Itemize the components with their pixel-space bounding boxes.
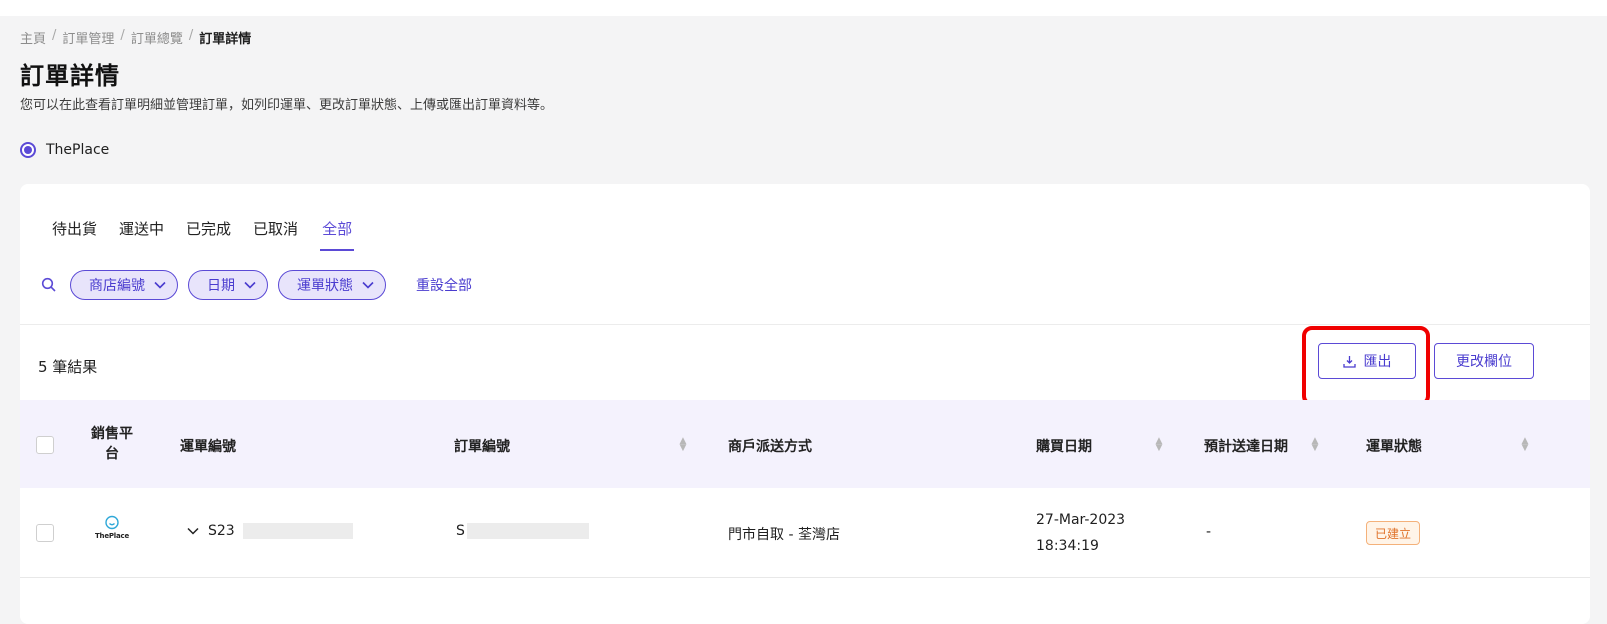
filter-chip-date[interactable]: 日期 — [188, 270, 268, 300]
header-order-number[interactable]: 訂單編號 — [454, 436, 510, 456]
export-button[interactable]: 匯出 — [1318, 343, 1416, 379]
page-background: 主頁 / 訂單管理 / 訂單總覽 / 訂單詳情 訂單詳情 您可以在此查看訂單明細… — [0, 16, 1607, 624]
breadcrumb-separator: / — [188, 28, 194, 43]
platform-logo-text: ThePlace — [94, 532, 130, 540]
page-title: 訂單詳情 — [20, 62, 120, 90]
delivery-method: 門市自取 - 荃灣店 — [728, 527, 840, 543]
tab-cancelled[interactable]: 已取消 — [253, 218, 298, 251]
filter-chip-label: 商店編號 — [89, 278, 145, 294]
breadcrumb-order-management[interactable]: 訂單管理 — [62, 28, 114, 47]
status-badge: 已建立 — [1366, 521, 1421, 545]
store-selector[interactable]: ThePlace — [20, 142, 109, 158]
header-waybill-number[interactable]: 運單編號 — [180, 436, 236, 456]
chat-bubble-icon — [105, 515, 119, 530]
sort-icon[interactable]: ▲ ▼ — [1520, 437, 1530, 453]
chevron-down-icon — [362, 281, 374, 289]
filter-chip-waybill-status[interactable]: 運單狀態 — [278, 270, 386, 300]
page-description: 您可以在此查看訂單明細並管理訂單，如列印運單、更改訂單狀態、上傳或匯出訂單資料等… — [20, 98, 554, 113]
filter-chip-store-number[interactable]: 商店編號 — [70, 270, 178, 300]
redacted-mask — [242, 523, 353, 539]
header-delivery-method[interactable]: 商戶派送方式 — [728, 436, 812, 456]
breadcrumb: 主頁 / 訂單管理 / 訂單總覽 / 訂單詳情 — [20, 28, 251, 47]
breadcrumb-current: 訂單詳情 — [199, 32, 252, 47]
purchase-date: 27-Mar-2023 — [1036, 512, 1126, 528]
search-icon[interactable] — [38, 274, 60, 296]
header-estimated-delivery[interactable]: 預計送達日期 — [1204, 436, 1288, 456]
row-checkbox[interactable] — [36, 524, 54, 542]
status-tabs: 待出貨 運送中 已完成 已取消 全部 — [52, 218, 355, 251]
table-row[interactable]: ThePlace S23 S 門市自取 - 荃灣店 27-Mar-2023 18… — [20, 488, 1590, 578]
tab-completed[interactable]: 已完成 — [186, 218, 231, 251]
change-columns-button[interactable]: 更改欄位 — [1434, 343, 1534, 379]
theplace-logo: ThePlace — [87, 515, 137, 549]
chevron-down-icon — [154, 281, 166, 289]
divider — [20, 324, 1590, 325]
waybill-number[interactable]: S23 — [208, 523, 235, 539]
header-waybill-status[interactable]: 運單狀態 — [1366, 436, 1422, 456]
breadcrumb-home[interactable]: 主頁 — [20, 28, 46, 47]
breadcrumb-separator: / — [120, 28, 125, 43]
order-cell: S — [456, 523, 589, 539]
filter-bar: 商店編號 日期 運單狀態 重設全部 — [38, 270, 472, 300]
select-all-checkbox[interactable] — [36, 436, 54, 454]
order-number[interactable]: S — [456, 523, 465, 539]
sort-icon[interactable]: ▲ ▼ — [678, 437, 688, 453]
waybill-cell: S23 — [186, 523, 353, 539]
store-radio-label: ThePlace — [46, 142, 110, 158]
header-platform[interactable]: 銷售平台 — [90, 424, 134, 464]
tab-pending-shipment[interactable]: 待出貨 — [52, 218, 97, 251]
download-icon — [1342, 355, 1356, 368]
chevron-down-icon — [244, 281, 256, 289]
sort-icon[interactable]: ▲ ▼ — [1154, 437, 1164, 453]
results-count: 5 筆結果 — [38, 358, 98, 376]
export-button-label: 匯出 — [1363, 354, 1392, 370]
orders-card: 待出貨 運送中 已完成 已取消 全部 商店編號 日期 運單狀態 重設全部 5 筆… — [20, 184, 1590, 624]
tab-all[interactable]: 全部 — [320, 218, 355, 251]
filter-chip-label: 運單狀態 — [297, 278, 353, 294]
reset-all-link[interactable]: 重設全部 — [416, 275, 472, 295]
purchase-time: 18:34:19 — [1036, 538, 1099, 554]
filter-chip-label: 日期 — [207, 278, 235, 294]
breadcrumb-order-overview[interactable]: 訂單總覽 — [131, 28, 183, 47]
chevron-down-icon[interactable] — [186, 524, 200, 538]
header-purchase-date[interactable]: 購買日期 — [1036, 436, 1092, 456]
store-radio-button[interactable] — [20, 142, 36, 158]
breadcrumb-separator: / — [52, 28, 57, 43]
sort-icon[interactable]: ▲ ▼ — [1310, 437, 1320, 453]
redacted-mask — [466, 523, 589, 539]
table-header: 銷售平台 運單編號 訂單編號 ▲ ▼ 商戶派送方式 購買日期 ▲ ▼ 預計送達日期 … — [20, 400, 1590, 488]
tab-in-transit[interactable]: 運送中 — [119, 218, 164, 251]
estimated-delivery: - — [1206, 524, 1212, 540]
